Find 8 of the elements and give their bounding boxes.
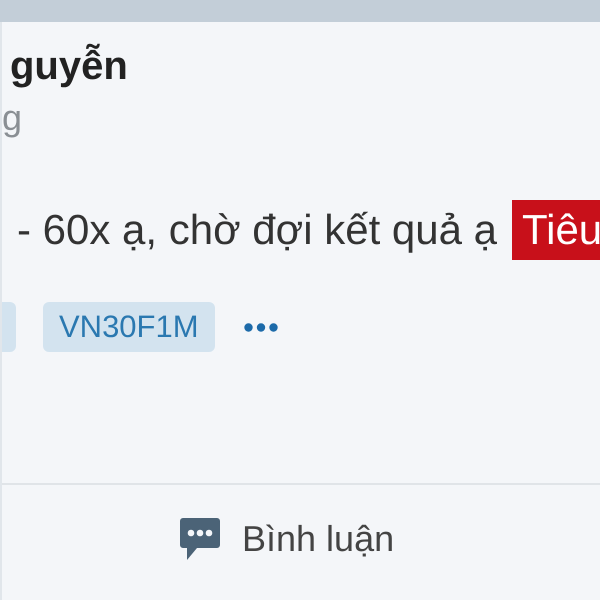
highlight-label: Tiêu — [512, 200, 600, 260]
author-subtitle: g — [2, 98, 22, 138]
ticker-tag[interactable]: VN30F1M — [43, 302, 215, 352]
post-text: - 60x ạ, chờ đợi kết quả ạ — [17, 206, 498, 254]
comment-button[interactable]: Bình luận — [170, 511, 404, 567]
comment-icon — [180, 518, 220, 560]
more-icon[interactable] — [244, 322, 278, 332]
author-name[interactable]: guyễn — [10, 43, 128, 89]
